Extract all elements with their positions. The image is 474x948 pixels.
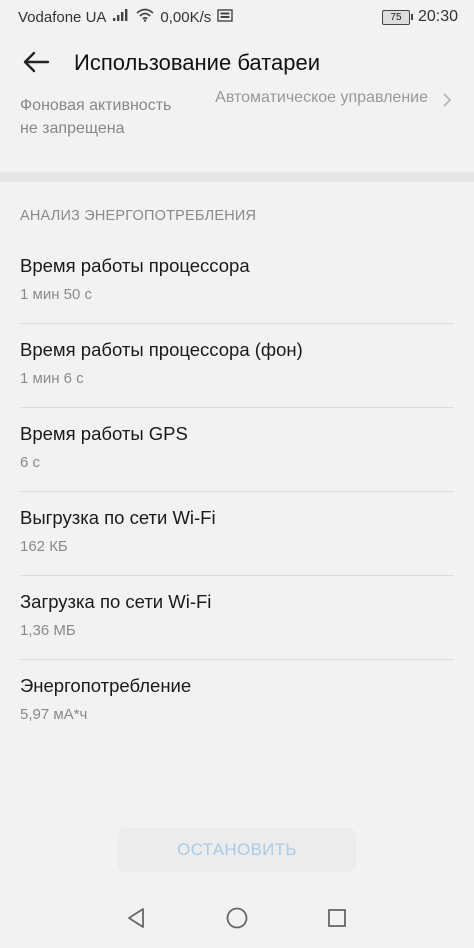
battery-icon: 75 xyxy=(381,9,413,25)
nav-back-button[interactable] xyxy=(122,906,150,934)
metric-value: 1,36 МБ xyxy=(20,622,76,639)
battery-usage-screen: Vodafone UA 0,00K/s 75 20:30 Использован… xyxy=(0,0,474,948)
metric-title: Энергопотребление xyxy=(20,675,192,696)
metric-value: 5,97 мА*ч xyxy=(20,706,88,723)
metric-cpu-background-time: Время работы процессора (фон) 1 мин 6 с xyxy=(0,324,474,408)
clock: 20:30 xyxy=(417,8,458,25)
chevron-right-icon xyxy=(442,92,452,113)
status-bar-right: 75 20:30 xyxy=(381,8,458,26)
navigation-bar xyxy=(0,896,474,948)
section-header: АНАЛИЗ ЭНЕРГОПОТРЕБЛЕНИЯ xyxy=(20,208,257,224)
carrier-name: Vodafone UA xyxy=(18,8,107,26)
metric-value: 1 мин 6 с xyxy=(20,370,84,387)
metric-value: 6 с xyxy=(20,454,41,471)
metric-cpu-time: Время работы процессора 1 мин 50 с xyxy=(0,240,474,324)
metric-value: 162 КБ xyxy=(20,538,68,555)
energy-metrics-list: Время работы процессора 1 мин 50 с Время… xyxy=(0,240,474,744)
network-speed: 0,00K/s xyxy=(160,8,212,26)
metric-title: Загрузка по сети Wi-Fi xyxy=(20,591,212,612)
circle-home-icon xyxy=(225,906,249,935)
back-button[interactable] xyxy=(18,46,54,82)
metric-title: Выгрузка по сети Wi-Fi xyxy=(20,507,216,528)
background-activity-value: Автоматическое управление xyxy=(215,89,428,106)
square-recent-icon xyxy=(326,907,348,934)
signal-icon xyxy=(112,8,130,26)
status-bar-left: Vodafone UA 0,00K/s xyxy=(18,8,233,26)
section-divider xyxy=(0,172,474,182)
metric-title: Время работы GPS xyxy=(20,423,188,444)
metric-title: Время работы процессора (фон) xyxy=(20,339,303,360)
metric-title: Время работы процессора xyxy=(20,255,250,276)
metric-value: 1 мин 50 с xyxy=(20,286,93,303)
triangle-back-icon xyxy=(125,907,147,934)
metric-gps-time: Время работы GPS 6 с xyxy=(0,408,474,492)
metric-wifi-upload: Выгрузка по сети Wi-Fi 162 КБ xyxy=(0,492,474,576)
image-notification-icon xyxy=(217,8,233,26)
metric-wifi-download: Загрузка по сети Wi-Fi 1,36 МБ xyxy=(0,576,474,660)
stop-button[interactable]: ОСТАНОВИТЬ xyxy=(118,828,356,872)
nav-recent-button[interactable] xyxy=(323,906,351,934)
nav-home-button[interactable] xyxy=(223,906,251,934)
page-title: Использование батареи xyxy=(74,50,320,75)
background-activity-label: Фоновая активность не запрещена xyxy=(20,97,172,137)
metric-energy-consumption: Энергопотребление 5,97 мА*ч xyxy=(0,660,474,744)
background-activity-row[interactable]: Фоновая активность не запрещена Автомати… xyxy=(0,86,474,174)
arrow-left-icon xyxy=(22,51,50,78)
wifi-icon xyxy=(136,8,154,26)
status-bar: Vodafone UA 0,00K/s 75 20:30 xyxy=(0,0,474,34)
